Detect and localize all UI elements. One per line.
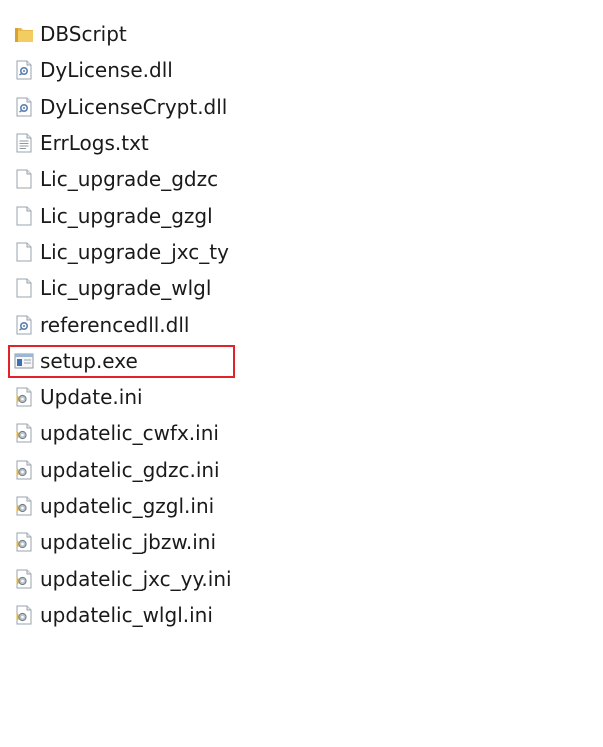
file-row-lic-upgrade-gdzc[interactable]: Lic_upgrade_gdzc bbox=[14, 161, 574, 197]
ini-icon bbox=[14, 605, 34, 625]
file-name: ErrLogs.txt bbox=[40, 131, 149, 156]
file-name: Lic_upgrade_gzgl bbox=[40, 203, 213, 228]
blank-file-icon bbox=[14, 206, 34, 226]
dll-icon bbox=[14, 315, 34, 335]
ini-icon bbox=[14, 460, 34, 480]
file-name: Update.ini bbox=[40, 385, 143, 410]
ini-icon bbox=[14, 423, 34, 443]
file-row-update-ini[interactable]: Update.ini bbox=[14, 379, 574, 415]
file-row-referencedll-dll[interactable]: referencedll.dll bbox=[14, 306, 574, 342]
blank-file-icon bbox=[14, 169, 34, 189]
file-name: updatelic_jxc_yy.ini bbox=[40, 566, 232, 591]
file-name: DBScript bbox=[40, 22, 127, 47]
file-name: setup.exe bbox=[40, 348, 138, 373]
dll-icon bbox=[14, 97, 34, 117]
file-name: updatelic_gdzc.ini bbox=[40, 457, 220, 482]
file-row-updatelic-jxc-yy-ini[interactable]: updatelic_jxc_yy.ini bbox=[14, 560, 574, 596]
file-list: DBScript DyLicense.dll DyLicenseCrypt.dl bbox=[8, 16, 574, 633]
file-row-updatelic-jbzw-ini[interactable]: updatelic_jbzw.ini bbox=[14, 524, 574, 560]
file-name: DyLicense.dll bbox=[40, 58, 173, 83]
ini-icon bbox=[14, 569, 34, 589]
ini-icon bbox=[14, 532, 34, 552]
file-name: updatelic_gzgl.ini bbox=[40, 494, 215, 518]
file-row-updatelic-gzgl-ini[interactable]: updatelic_gzgl.ini bbox=[14, 488, 574, 524]
file-row-dbscript[interactable]: DBScript bbox=[14, 16, 574, 52]
file-row-errlogs-txt[interactable]: ErrLogs.txt bbox=[14, 125, 574, 161]
dll-icon bbox=[14, 60, 34, 80]
folder-icon bbox=[14, 24, 34, 44]
file-row-dylicense-dll[interactable]: DyLicense.dll bbox=[14, 52, 574, 88]
file-row-lic-upgrade-jxc-ty[interactable]: Lic_upgrade_jxc_ty bbox=[14, 234, 574, 270]
text-file-icon bbox=[14, 133, 34, 153]
file-name: updatelic_jbzw.ini bbox=[40, 530, 216, 555]
file-name: referencedll.dll bbox=[40, 312, 190, 337]
file-name: updatelic_wlgl.ini bbox=[40, 602, 213, 627]
file-name: Lic_upgrade_wlgl bbox=[40, 276, 212, 301]
file-row-dylicensecrypt-dll[interactable]: DyLicenseCrypt.dll bbox=[14, 89, 574, 125]
file-row-setup-exe[interactable]: setup.exe bbox=[8, 343, 574, 379]
file-name: DyLicenseCrypt.dll bbox=[40, 94, 228, 119]
file-name: Lic_upgrade_jxc_ty bbox=[40, 239, 229, 264]
file-row-lic-upgrade-gzgl[interactable]: Lic_upgrade_gzgl bbox=[14, 197, 574, 233]
file-row-updatelic-gdzc-ini[interactable]: updatelic_gdzc.ini bbox=[14, 452, 574, 488]
blank-file-icon bbox=[14, 278, 34, 298]
file-row-updatelic-wlgl-ini[interactable]: updatelic_wlgl.ini bbox=[14, 597, 574, 633]
ini-icon bbox=[14, 496, 34, 516]
file-row-lic-upgrade-wlgl[interactable]: Lic_upgrade_wlgl bbox=[14, 270, 574, 306]
file-name: updatelic_cwfx.ini bbox=[40, 421, 219, 446]
ini-icon bbox=[14, 387, 34, 407]
file-name: Lic_upgrade_gdzc bbox=[40, 167, 219, 192]
file-row-updatelic-cwfx-ini[interactable]: updatelic_cwfx.ini bbox=[14, 415, 574, 451]
exe-icon bbox=[14, 351, 34, 371]
blank-file-icon bbox=[14, 242, 34, 262]
